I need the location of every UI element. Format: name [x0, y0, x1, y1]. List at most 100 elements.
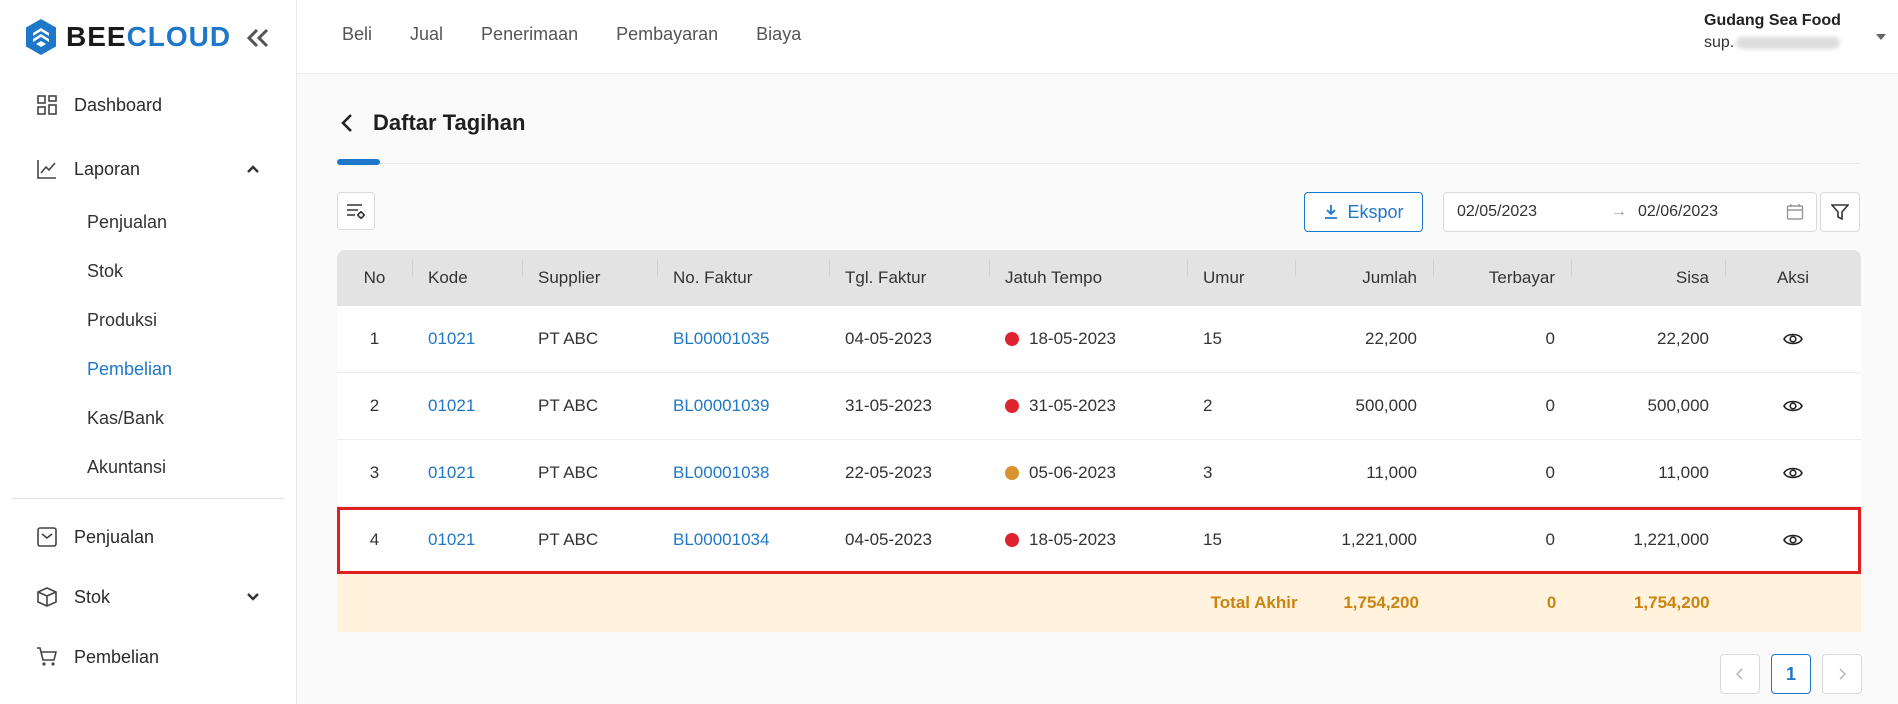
column-settings-button[interactable] [337, 192, 375, 230]
cell-umur: 3 [1203, 463, 1213, 482]
eye-icon[interactable] [1783, 396, 1803, 416]
topnav-biaya[interactable]: Biaya [756, 24, 801, 45]
pagination-prev-button[interactable] [1720, 654, 1760, 694]
cell-aksi [1725, 329, 1861, 350]
total-jumlah: 1,754,200 [1343, 593, 1419, 612]
jatuh-tempo-date: 05-06-2023 [1029, 463, 1116, 482]
sidebar-item-penjualan[interactable]: Penjualan [0, 507, 296, 567]
dashboard-icon [37, 95, 57, 115]
sidebar-item-label: Stok [74, 586, 111, 607]
table-row: 3 01021 PT ABC BL00001038 22-05-2023 05-… [337, 440, 1861, 507]
page-header: Daftar Tagihan [337, 110, 525, 136]
topnav-jual[interactable]: Jual [410, 24, 443, 45]
cell-faktur-link[interactable]: BL00001039 [657, 396, 829, 416]
sidebar-subitem-pembelian[interactable]: Pembelian [0, 345, 296, 394]
cell-terbayar: 0 [1545, 396, 1555, 415]
cell-tgl-faktur: 31-05-2023 [845, 396, 932, 415]
overdue-status-dot [1005, 332, 1019, 346]
export-button[interactable]: Ekspor [1304, 192, 1423, 232]
topnav-penerimaan[interactable]: Penerimaan [481, 24, 578, 45]
user-menu[interactable]: Gudang Sea Food sup. [1704, 12, 1886, 52]
jatuh-tempo-date: 18-05-2023 [1029, 329, 1116, 348]
sidebar-subitem-akuntansi[interactable]: Akuntansi [0, 443, 296, 492]
back-arrow-icon[interactable] [337, 112, 359, 134]
active-tab-indicator [337, 159, 380, 165]
cell-jatuh-tempo: 18-05-2023 [989, 329, 1187, 349]
cell-kode-link[interactable]: 01021 [412, 463, 522, 483]
cell-jumlah: 500,000 [1355, 396, 1417, 415]
table-row: 2 01021 PT ABC BL00001039 31-05-2023 31-… [337, 373, 1861, 440]
sidebar-item-dashboard[interactable]: Dashboard [0, 84, 296, 126]
sidebar-subitem-kas-bank[interactable]: Kas/Bank [0, 394, 296, 443]
date-to[interactable]: 02/06/2023 [1638, 203, 1718, 221]
cell-supplier: PT ABC [538, 329, 599, 348]
sidebar-subitem-stok[interactable]: Stok [0, 247, 296, 296]
filter-button[interactable] [1820, 192, 1860, 232]
cell-jumlah: 22,200 [1365, 329, 1417, 348]
caret-down-icon[interactable] [1876, 34, 1886, 40]
cell-no: 1 [369, 329, 380, 348]
cell-tgl-faktur: 04-05-2023 [845, 329, 932, 348]
cell-aksi [1725, 530, 1861, 551]
inbox-icon [37, 527, 57, 547]
cell-sisa: 500,000 [1647, 396, 1709, 415]
eye-icon[interactable] [1783, 530, 1803, 550]
cell-faktur-link[interactable]: BL00001034 [657, 530, 829, 550]
header-no: No [363, 268, 386, 287]
pagination-page-current[interactable]: 1 [1771, 654, 1811, 694]
cell-supplier: PT ABC [538, 463, 599, 482]
header-jatuh-tempo: Jatuh Tempo [989, 260, 1187, 288]
collapse-sidebar-button[interactable] [243, 24, 273, 52]
cell-sisa: 11,000 [1658, 463, 1709, 482]
brand-name-part2: CLOUD [126, 21, 232, 52]
top-bar: Beli Jual Penerimaan Pembayaran Biaya Gu… [297, 0, 1898, 74]
sidebar-divider [12, 498, 284, 499]
top-nav: Beli Jual Penerimaan Pembayaran Biaya [342, 24, 839, 45]
cell-supplier: PT ABC [538, 530, 599, 549]
sidebar-item-stok[interactable]: Stok [0, 567, 296, 627]
header-tgl-faktur: Tgl. Faktur [829, 260, 989, 288]
cell-faktur-link[interactable]: BL00001038 [657, 463, 829, 483]
cell-kode-link[interactable]: 01021 [412, 329, 522, 349]
header-aksi: Aksi [1725, 260, 1861, 288]
date-from[interactable]: 02/05/2023 [1457, 203, 1537, 221]
topnav-beli[interactable]: Beli [342, 24, 372, 45]
cell-kode-link[interactable]: 01021 [412, 530, 522, 550]
sidebar-subitem-produksi[interactable]: Produksi [0, 296, 296, 345]
cell-aksi [1725, 463, 1861, 484]
header-supplier: Supplier [522, 260, 657, 288]
topnav-pembayaran[interactable]: Pembayaran [616, 24, 718, 45]
chevron-left-icon [1735, 668, 1743, 680]
eye-icon[interactable] [1783, 329, 1803, 349]
list-settings-icon [347, 204, 365, 219]
jatuh-tempo-date: 18-05-2023 [1029, 530, 1116, 549]
cell-no: 4 [369, 530, 380, 549]
email-redacted [1736, 37, 1841, 49]
cell-sisa: 22,200 [1657, 329, 1709, 348]
sidebar-nav: Dashboard Laporan Penjualan Stok Produks… [0, 84, 296, 687]
pagination-next-button[interactable] [1822, 654, 1862, 694]
sidebar-item-pembelian[interactable]: Pembelian [0, 627, 296, 687]
cell-jatuh-tempo: 05-06-2023 [989, 463, 1187, 483]
cell-supplier: PT ABC [538, 396, 599, 415]
cell-kode-link[interactable]: 01021 [412, 396, 522, 416]
chart-line-icon [37, 160, 56, 179]
date-range-picker[interactable]: 02/05/2023 → 02/06/2023 [1443, 192, 1817, 232]
sidebar-subitem-penjualan[interactable]: Penjualan [0, 198, 296, 247]
cell-umur: 15 [1203, 329, 1222, 348]
cell-faktur-link[interactable]: BL00001035 [657, 329, 829, 349]
brand-logo[interactable]: BEECLOUD [24, 18, 231, 56]
cell-tgl-faktur: 04-05-2023 [845, 530, 932, 549]
cell-terbayar: 0 [1545, 530, 1555, 549]
user-email: sup. [1704, 34, 1874, 52]
sidebar-item-laporan[interactable]: Laporan [0, 148, 296, 190]
tab-underline [337, 163, 1860, 164]
main-content: Daftar Tagihan Ekspor 02/05/2023 → 02/06… [297, 74, 1898, 704]
cell-terbayar: 0 [1545, 329, 1555, 348]
header-umur: Umur [1187, 260, 1295, 288]
eye-icon[interactable] [1783, 463, 1803, 483]
cell-tgl-faktur: 22-05-2023 [845, 463, 932, 482]
overdue-status-dot [1005, 533, 1019, 547]
table-total-row: Total Akhir 1,754,200 0 1,754,200 [337, 574, 1861, 632]
cart-icon [37, 647, 58, 666]
